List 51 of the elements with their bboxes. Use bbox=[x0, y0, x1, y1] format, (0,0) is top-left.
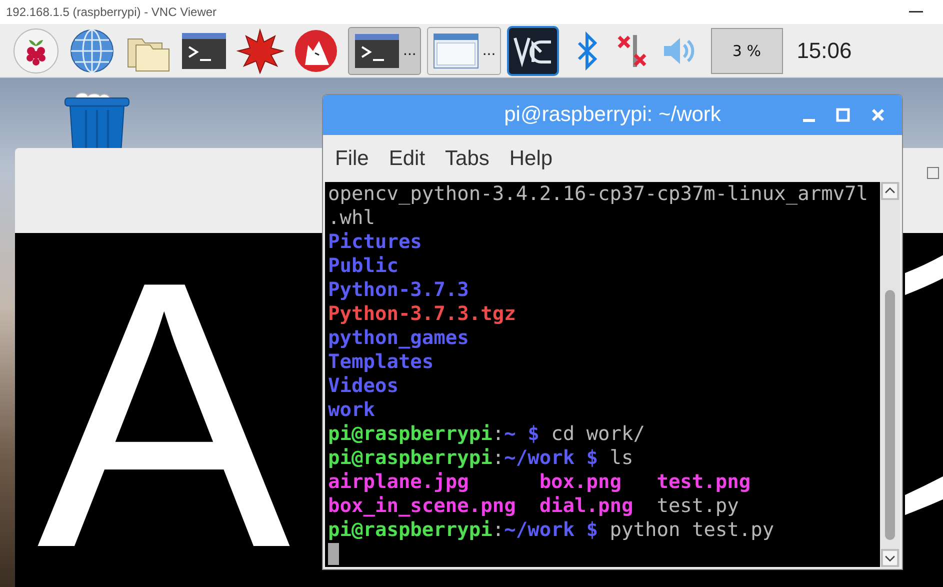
directory-name: Videos bbox=[328, 374, 398, 398]
window-icon bbox=[432, 30, 480, 70]
archive-name: Python-3.7.3.tgz bbox=[328, 302, 516, 326]
prompt-path: ~/work $ bbox=[504, 518, 598, 542]
viewer-title: 192.168.1.5 (raspberrypi) - VNC Viewer bbox=[6, 5, 217, 19]
directory-name: work bbox=[328, 398, 375, 422]
prompt-path: ~/work $ bbox=[504, 446, 598, 470]
vnc-icon[interactable] bbox=[506, 26, 559, 76]
window-title: pi@raspberrypi: ~/work bbox=[504, 103, 721, 127]
task-button[interactable]: ... bbox=[348, 26, 422, 74]
file-name: airplane.jpg bbox=[328, 470, 469, 493]
file-name: box_in_scene.png bbox=[328, 494, 516, 517]
command-text: ls bbox=[610, 446, 634, 470]
close-icon[interactable] bbox=[870, 107, 886, 123]
globe-icon[interactable] bbox=[68, 26, 116, 74]
prompt-user: pi@raspberrypi bbox=[328, 422, 492, 446]
image-letter: A bbox=[37, 233, 290, 587]
menu-item[interactable]: Help bbox=[509, 146, 553, 170]
prompt-path: ~ $ bbox=[504, 422, 540, 446]
command-text: cd work/ bbox=[551, 422, 646, 446]
directory-name: python_games bbox=[328, 326, 469, 350]
directory-name: Templates bbox=[328, 350, 434, 374]
output-text: test.py bbox=[656, 494, 739, 517]
cpu-monitor: 3 % bbox=[710, 28, 783, 74]
directory-name: Pictures bbox=[328, 230, 422, 254]
text-cursor bbox=[328, 543, 339, 565]
maximize-icon[interactable] bbox=[927, 167, 939, 179]
file-name: box.png bbox=[539, 470, 622, 493]
scroll-down-icon[interactable] bbox=[881, 549, 899, 567]
task-button[interactable]: ... bbox=[427, 26, 501, 74]
prompt-user: pi@raspberrypi bbox=[328, 446, 492, 470]
output-text: opencv_python-3.4.2.16-cp37-cp37m-linux_armv7l bbox=[328, 182, 868, 206]
command-text: python test.py bbox=[610, 518, 774, 542]
prompt-separator: : bbox=[492, 518, 504, 542]
star-burst-icon[interactable] bbox=[236, 26, 284, 74]
scroll-thumb[interactable] bbox=[885, 290, 895, 540]
prompt-separator: : bbox=[492, 422, 504, 446]
file-name: dial.png bbox=[539, 494, 634, 517]
scroll-up-icon[interactable] bbox=[881, 182, 899, 200]
menu-item[interactable]: Tabs bbox=[445, 146, 490, 170]
menu-item[interactable]: File bbox=[335, 146, 369, 170]
prompt-user: pi@raspberrypi bbox=[328, 518, 492, 542]
scrollbar[interactable] bbox=[880, 182, 900, 567]
prompt-separator: : bbox=[492, 446, 504, 470]
directory-name: Python-3.7.3 bbox=[328, 278, 469, 302]
output-text: .whl bbox=[328, 206, 375, 230]
menu-item[interactable]: Edit bbox=[388, 146, 426, 170]
clock-text: 15:06 bbox=[796, 38, 852, 64]
raspberry-icon[interactable] bbox=[12, 26, 60, 74]
file-name: test.png bbox=[656, 470, 751, 493]
directory-name: Public bbox=[328, 254, 398, 278]
